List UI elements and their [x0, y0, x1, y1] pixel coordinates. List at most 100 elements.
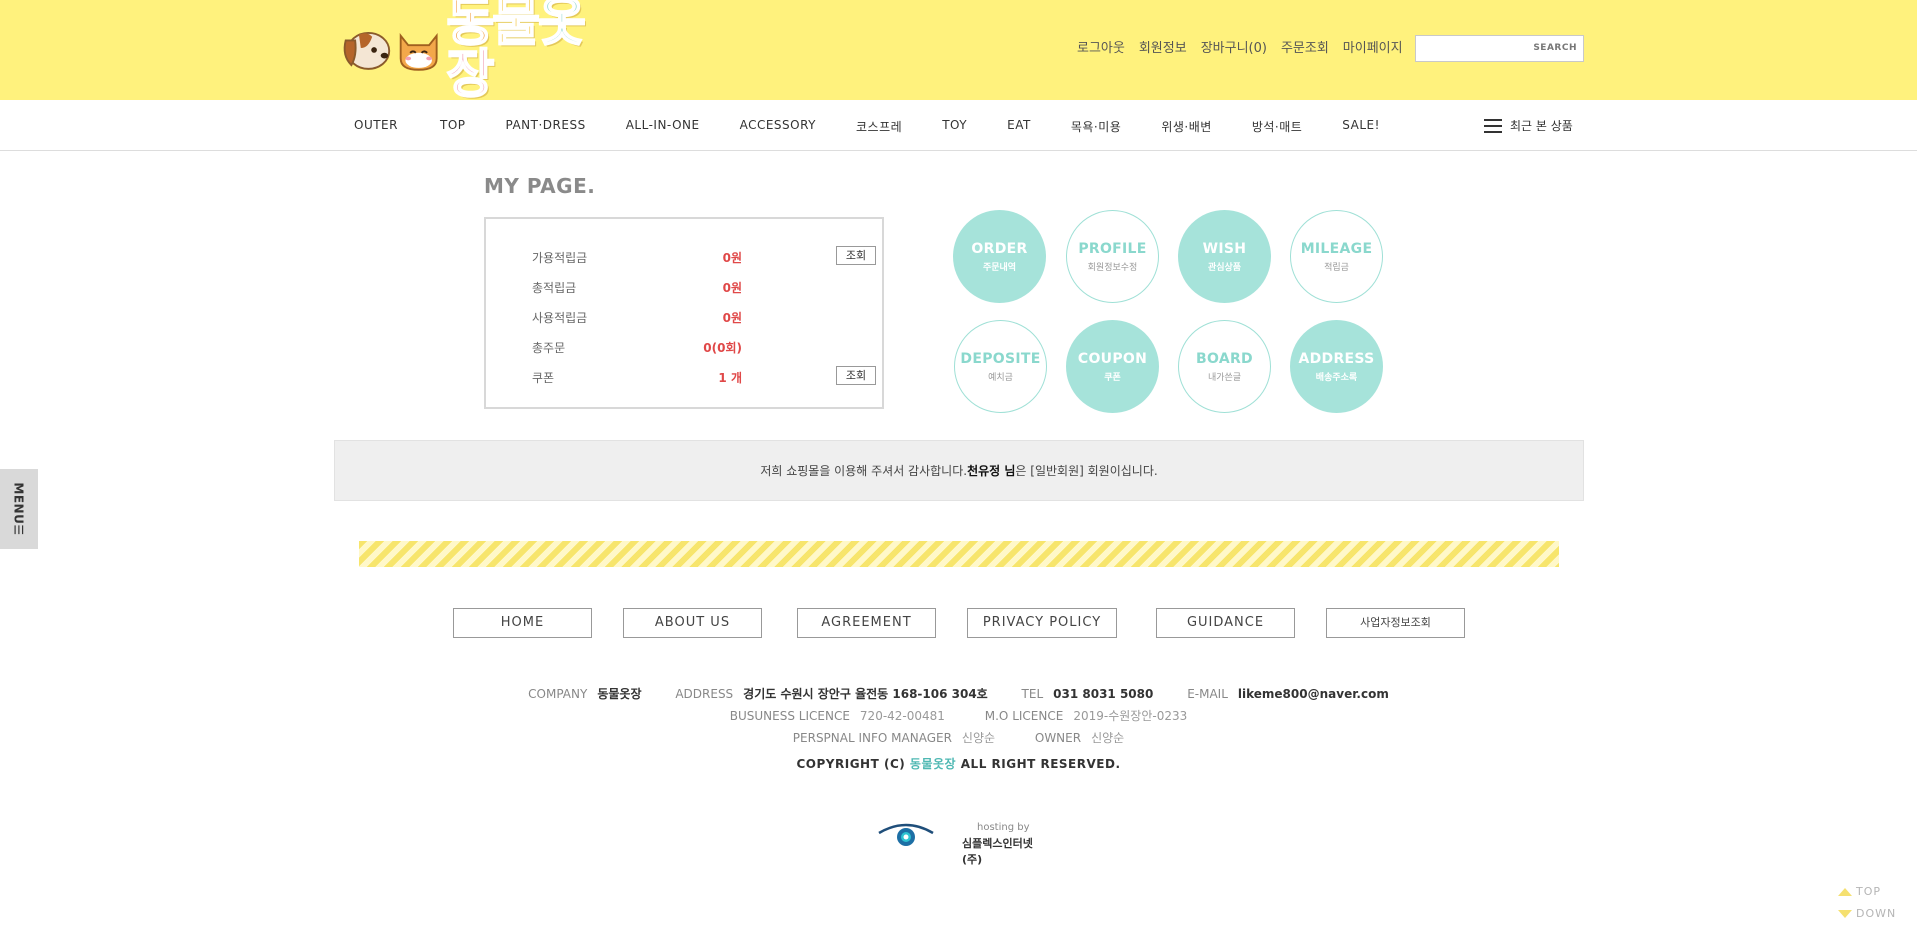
circle-subtitle: 내가쓴글 [1207, 372, 1242, 383]
circle-subtitle: 주문내역 [982, 262, 1017, 273]
nav-item-sale[interactable]: SALE! [1342, 118, 1380, 135]
member-info-link[interactable]: 회원정보 [1139, 37, 1187, 56]
view-mileage-button[interactable]: 조회 [836, 246, 876, 265]
hosting-company: 심플렉스인터넷(주) [962, 837, 1033, 866]
site-logo[interactable]: 동물옷장 [340, 0, 620, 102]
order-circle-button[interactable]: ORDER 주문내역 [953, 210, 1046, 303]
footer-info-line-1: COMPANY 동물옷장 ADDRESS 경기도 수원시 장안구 율전동 168-1… [0, 685, 1917, 702]
circle-subtitle: 적립금 [1324, 262, 1349, 273]
nav-item-all-in-one[interactable]: ALL-IN-ONE [626, 118, 700, 135]
search-input[interactable] [1416, 36, 1536, 61]
nav-item-pant-dress[interactable]: PANT·DRESS [506, 118, 586, 135]
recent-products-label: 최근 본 상품 [1510, 119, 1573, 133]
info-row-total-orders: 총주문 0(0회) [532, 335, 842, 359]
nav-item-accessory[interactable]: ACCESSORY [740, 118, 816, 135]
nav-item-hygiene[interactable]: 위생·배변 [1161, 118, 1211, 135]
row-label: 사용적립금 [532, 311, 588, 325]
nav-item-toy[interactable]: TOY [942, 118, 967, 135]
copyright-brand: 동물옷장 [909, 757, 957, 771]
scroll-down-label: DOWN [1856, 907, 1897, 920]
search-box: SEARCH [1415, 35, 1584, 62]
mileage-circle-button[interactable]: MILEAGE 적립금 [1290, 210, 1383, 303]
recent-products-button[interactable]: 최근 본 상품 [1484, 117, 1573, 134]
licence-label: BUSUNESS LICENCE [729, 709, 850, 723]
scroll-top-label: TOP [1856, 885, 1882, 898]
circle-title: BOARD [1196, 350, 1253, 367]
coupon-circle-button[interactable]: COUPON 쿠폰 [1066, 320, 1159, 413]
page-title: MY PAGE. [484, 174, 596, 198]
nav-item-outer[interactable]: OUTER [354, 118, 398, 135]
row-label: 총적립금 [532, 281, 577, 295]
licence-value: 720-42-00481 [859, 709, 945, 723]
side-menu-tab[interactable]: MENU☰ [0, 469, 38, 549]
board-circle-button[interactable]: BOARD 내가쓴글 [1178, 320, 1271, 413]
circle-title: MILEAGE [1300, 240, 1373, 257]
greeting-text-after: 은 [일반회원] 회원이십니다. [1015, 464, 1158, 478]
category-nav: OUTER TOP PANT·DRESS ALL-IN-ONE ACCESSOR… [0, 100, 1917, 151]
footer-about-button[interactable]: ABOUT US [623, 608, 762, 638]
stripe-divider [359, 541, 1559, 567]
info-row-available-mileage: 가용적립금 0원 조회 [532, 245, 876, 269]
scroll-top-button[interactable]: TOP [1838, 885, 1908, 898]
circle-title: ADDRESS [1298, 350, 1375, 367]
footer-info-line-2: BUSUNESS LICENCE 720-42-00481 M.O LICENCE… [0, 707, 1917, 724]
hosting-badge[interactable]: hosting by 심플렉스인터넷(주) [877, 820, 1047, 866]
info-row-coupon: 쿠폰 1 개 조회 [532, 365, 876, 389]
logout-link[interactable]: 로그아웃 [1077, 37, 1125, 56]
circle-title: COUPON [1077, 350, 1148, 367]
copyright: COPYRIGHT (C) 동물옷장 ALL RIGHT RESERVED. [0, 755, 1917, 772]
profile-circle-button[interactable]: PROFILE 회원정보수정 [1066, 210, 1159, 303]
nav-item-top[interactable]: TOP [440, 118, 466, 135]
arrow-up-icon [1838, 887, 1852, 896]
logo-text: 동물옷장 [445, 0, 620, 102]
side-menu-label: MENU☰ [12, 482, 26, 536]
copyright-after: ALL RIGHT RESERVED. [956, 757, 1121, 771]
mo-licence-value: 2019-수원장안-0233 [1073, 709, 1188, 723]
category-list: OUTER TOP PANT·DRESS ALL-IN-ONE ACCESSOR… [354, 118, 1380, 135]
circle-subtitle: 회원정보수정 [1087, 262, 1138, 273]
footer-home-button[interactable]: HOME [453, 608, 592, 638]
owner-label: OWNER [1034, 731, 1082, 745]
nav-item-bath[interactable]: 목욕·미용 [1071, 118, 1121, 135]
circle-subtitle: 배송주소록 [1315, 372, 1358, 383]
row-value: 0원 [722, 251, 742, 265]
hosting-by-text: hosting by [977, 822, 1030, 833]
row-value: 0(0회) [703, 341, 742, 355]
cart-link[interactable]: 장바구니(0) [1201, 37, 1267, 56]
wish-circle-button[interactable]: WISH 관심상품 [1178, 210, 1271, 303]
logo-char: 물 [491, 0, 541, 53]
dog-logo-icon [343, 31, 391, 70]
company-value: 동물옷장 [597, 687, 642, 701]
company-label: COMPANY [528, 687, 588, 701]
email-label: E-MAIL [1187, 687, 1228, 701]
info-row-used-mileage: 사용적립금 0원 [532, 305, 842, 329]
address-circle-button[interactable]: ADDRESS 배송주소록 [1290, 320, 1383, 413]
search-button[interactable]: SEARCH [1533, 43, 1577, 53]
row-value: 1 개 [718, 371, 742, 385]
footer-business-info-button[interactable]: 사업자정보조회 [1326, 608, 1465, 638]
manager-label: PERSPNAL INFO MANAGER [792, 731, 952, 745]
tel-value: 031 8031 5080 [1053, 687, 1154, 701]
nav-item-cosplay[interactable]: 코스프레 [856, 118, 902, 135]
footer-guidance-button[interactable]: GUIDANCE [1156, 608, 1295, 638]
copyright-before: COPYRIGHT (C) [796, 757, 910, 771]
scroll-down-button[interactable]: DOWN [1838, 907, 1908, 920]
row-value: 0원 [722, 281, 742, 295]
nav-item-eat[interactable]: EAT [1007, 118, 1031, 135]
circle-title: WISH [1202, 240, 1247, 257]
footer-privacy-button[interactable]: PRIVACY POLICY [967, 608, 1117, 638]
nav-item-cushion[interactable]: 방석·매트 [1252, 118, 1302, 135]
mypage-link[interactable]: 마이페이지 [1343, 37, 1403, 56]
row-label: 총주문 [532, 341, 566, 355]
circle-subtitle: 관심상품 [1207, 262, 1242, 273]
footer-agreement-button[interactable]: AGREEMENT [797, 608, 936, 638]
member-name: 천유정 님 [967, 464, 1016, 478]
order-lookup-link[interactable]: 주문조회 [1281, 37, 1329, 56]
address-value: 경기도 수원시 장안구 율전동 168-106 304호 [743, 687, 988, 701]
view-coupon-button[interactable]: 조회 [836, 366, 876, 385]
logo-char: 옷 [537, 0, 587, 53]
logo-char: 동 [445, 0, 495, 53]
email-value: likeme800@naver.com [1237, 687, 1389, 701]
deposite-circle-button[interactable]: DEPOSITE 예치금 [954, 320, 1047, 413]
greeting-bar: 저희 쇼핑몰을 이용해 주셔서 감사합니다. 천유정 님 은 [일반회원] 회원… [334, 440, 1584, 501]
